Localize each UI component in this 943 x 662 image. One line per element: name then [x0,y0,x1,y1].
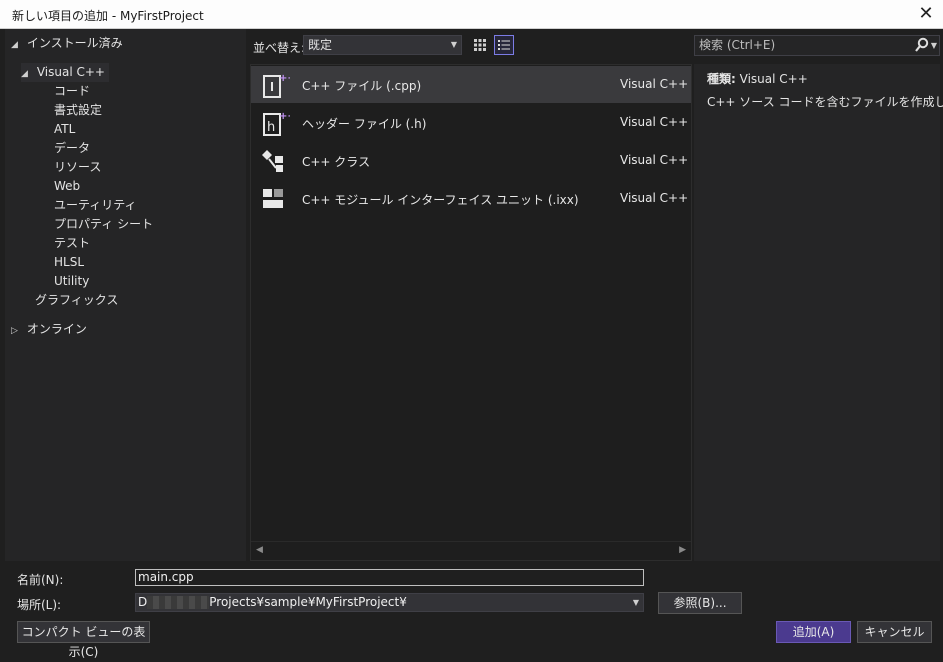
grid-view-button[interactable] [470,35,490,55]
name-label: 名前(N): [17,573,64,587]
tree-item-data[interactable]: データ [54,139,90,158]
chevron-down-icon[interactable]: ▼ [931,36,937,55]
template-language: Visual C++ [620,77,689,91]
sort-dropdown[interactable]: 既定 ▼ [303,35,462,55]
details-type-value: Visual C++ [739,72,808,86]
tree-item-utility[interactable]: Utility [54,272,89,291]
search-placeholder: 検索 (Ctrl+E) [699,38,776,52]
template-item-header-file[interactable]: h ++ ヘッダー ファイル (.h) Visual C++ [251,104,691,141]
template-item-cpp-file[interactable]: ++ C++ ファイル (.cpp) Visual C++ [251,66,691,103]
header-file-icon: h ++ [263,111,290,136]
tree-item-property-sheet[interactable]: プロパティ シート [54,215,153,234]
scroll-left-icon[interactable]: ◀ [256,545,263,555]
close-icon[interactable]: ✕ [916,4,936,24]
template-language: Visual C++ [620,153,689,167]
collapsed-arrow-icon: ▷ [11,326,18,336]
window-title: 新しい項目の追加 - MyFirstProject [12,9,204,23]
svg-text:h: h [267,120,275,135]
search-icon[interactable] [915,37,929,53]
details-panel: 種類: Visual C++ C++ ソース コードを含むファイルを作成します [694,64,943,561]
expanded-arrow-icon: ◢ [21,69,28,79]
tree-item-test[interactable]: テスト [54,234,90,253]
template-name: C++ ファイル (.cpp) [302,79,422,93]
scroll-right-icon[interactable]: ▶ [679,545,686,555]
chevron-down-icon: ▼ [450,40,457,49]
tree-item-resource[interactable]: リソース [54,158,101,177]
browse-button[interactable]: 参照(B)... [658,592,742,614]
tree-item-label: インストール済み [26,36,123,50]
details-type: 種類: Visual C++ [707,70,808,87]
module-unit-icon [263,189,283,208]
expanded-arrow-icon: ◢ [11,40,18,50]
location-label: 場所(L): [17,598,62,612]
details-type-label: 種類: [707,72,736,86]
template-language: Visual C++ [620,115,689,129]
cancel-button[interactable]: キャンセル [857,621,932,643]
chevron-down-icon[interactable]: ▼ [633,594,639,611]
compact-view-button[interactable]: コンパクト ビューの表示(C) [17,621,150,659]
cpp-class-icon [262,150,283,172]
tree-item-hlsl[interactable]: HLSL [54,253,84,272]
tree-item-visual-cpp[interactable]: ◢ Visual C++ [21,63,109,82]
grid-view-icon [474,39,486,51]
cpp-file-icon: ++ [263,73,290,98]
svg-text:++: ++ [279,111,290,122]
location-suffix: Projects¥sample¥MyFirstProject¥ [209,595,407,609]
add-new-item-dialog: ◢ インストール済み ◢ Visual C++ コード 書式設定 ATL データ… [0,29,943,659]
name-field[interactable]: main.cpp [135,569,644,586]
tree-item-utility-jp[interactable]: ユーティリティ [54,196,137,215]
category-tree: ◢ インストール済み ◢ Visual C++ コード 書式設定 ATL データ… [5,29,246,561]
title-bar: 新しい項目の追加 - MyFirstProject ✕ [0,0,943,29]
tree-item-web[interactable]: Web [54,177,80,196]
horizontal-scrollbar[interactable]: ◀ ▶ [251,541,691,560]
search-input[interactable]: 検索 (Ctrl+E) ▼ [694,35,940,56]
tree-item-graphics[interactable]: グラフィックス [35,291,118,310]
list-view-icon [498,40,510,50]
svg-text:++: ++ [279,73,290,84]
tree-item-atl[interactable]: ATL [54,120,75,139]
template-list: ++ C++ ファイル (.cpp) Visual C++ h ++ ヘッダー … [250,64,692,561]
sort-value: 既定 [308,38,333,52]
tree-item-label: オンライン [26,322,87,336]
template-language: Visual C++ [620,191,689,205]
template-item-cpp-class[interactable]: C++ クラス Visual C++ [251,142,691,179]
tree-item-label: Visual C++ [36,65,105,79]
template-name: ヘッダー ファイル (.h) [302,117,427,131]
template-item-module-unit[interactable]: C++ モジュール インターフェイス ユニット (.ixx) Visual C+… [251,180,691,217]
tree-item-online[interactable]: ▷ オンライン [11,320,87,339]
location-prefix: D [138,595,148,609]
sort-label: 並べ替え: [253,41,306,55]
template-name: C++ クラス [302,155,371,169]
tree-item-formatting[interactable]: 書式設定 [54,101,102,120]
tree-item-installed[interactable]: ◢ インストール済み [11,34,123,53]
list-view-button[interactable] [494,35,514,55]
details-description: C++ ソース コードを含むファイルを作成します [707,95,943,109]
tree-item-code[interactable]: コード [54,82,90,101]
add-button[interactable]: 追加(A) [776,621,851,643]
location-field[interactable]: D Projects¥sample¥MyFirstProject¥ ▼ [135,593,644,612]
template-name: C++ モジュール インターフェイス ユニット (.ixx) [302,193,579,207]
redacted-path-mask [147,596,210,609]
